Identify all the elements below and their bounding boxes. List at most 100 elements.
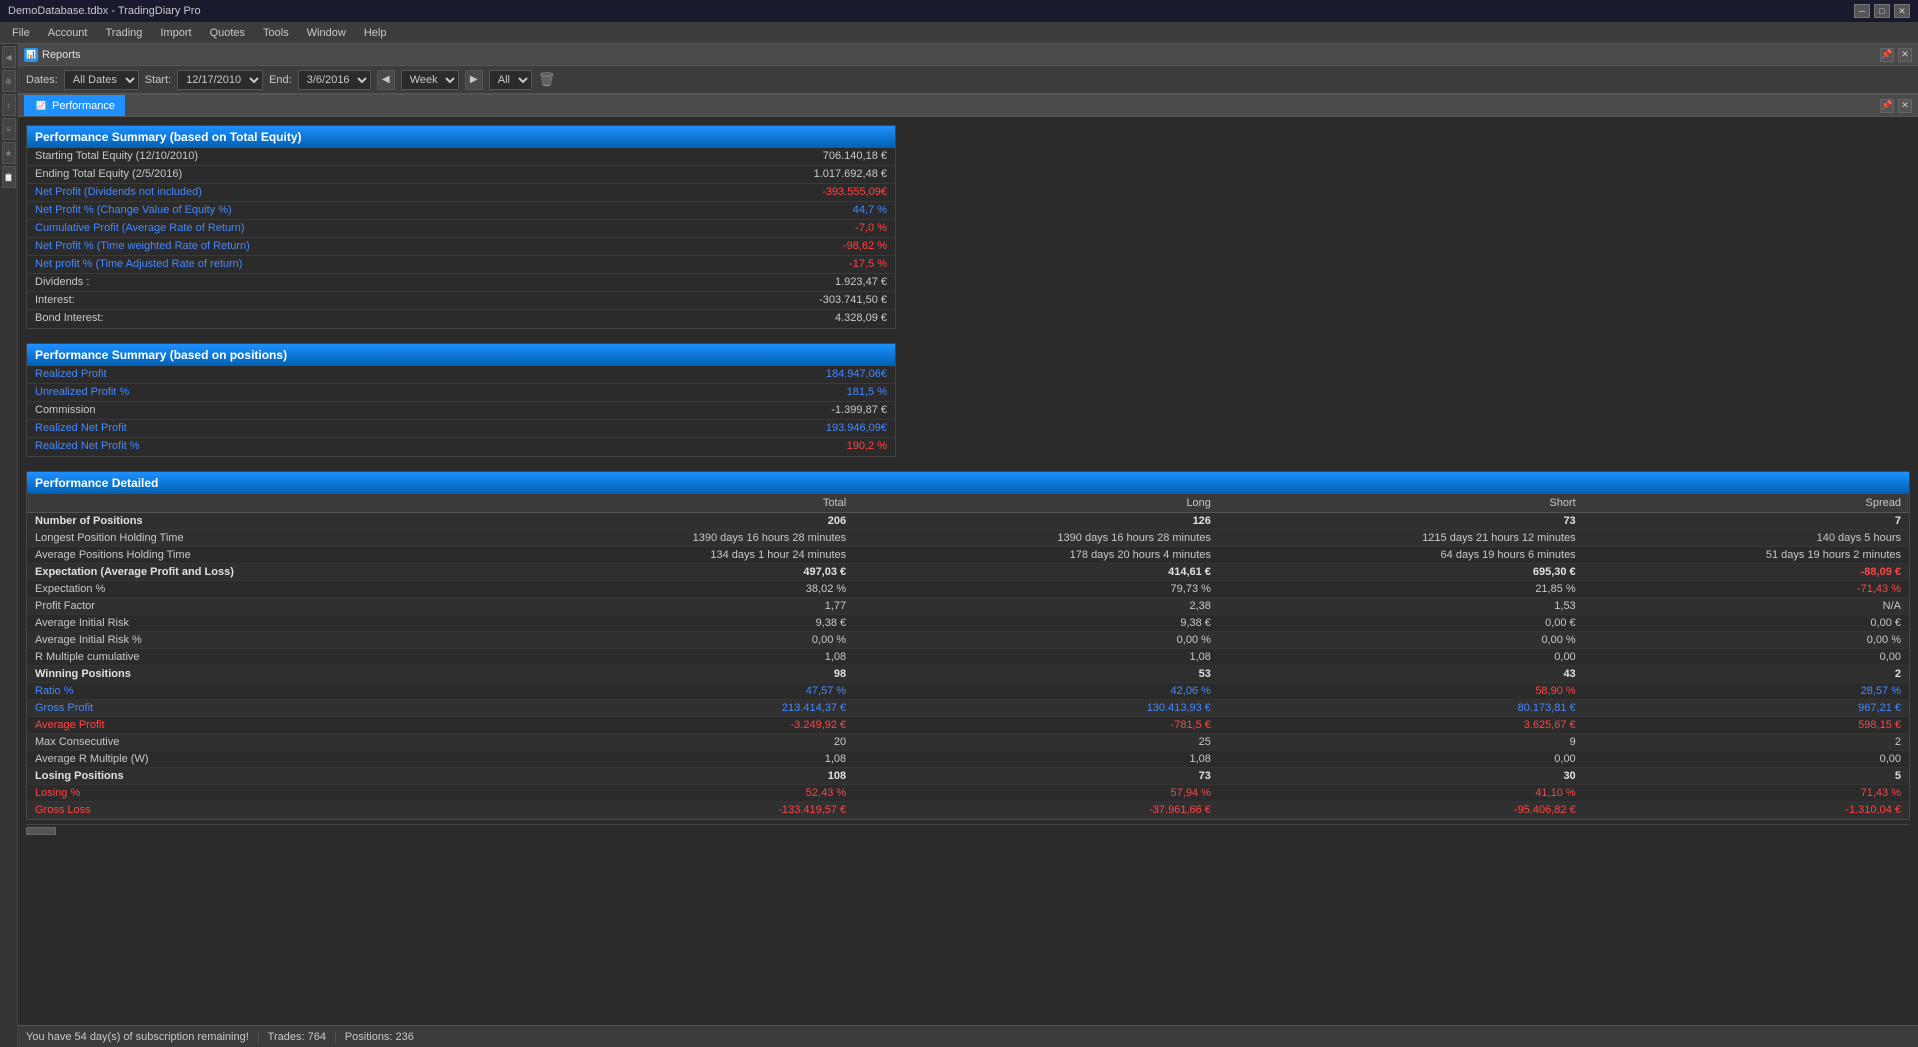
- performance-close-button[interactable]: ✕: [1898, 99, 1912, 113]
- left-nav-panel: ◀ ⊕ ↕ ≡ ★ 📋: [0, 44, 18, 1047]
- all-select[interactable]: All: [489, 70, 532, 90]
- tar-link[interactable]: Net profit % (Time Adjusted Rate of retu…: [35, 258, 242, 271]
- row-label: Ratio %: [27, 683, 489, 700]
- nav-icon-1[interactable]: ◀: [2, 46, 16, 68]
- realized-profit-link[interactable]: Realized Profit: [35, 368, 107, 381]
- end-select[interactable]: 3/6/2016: [298, 70, 371, 90]
- performance-pin-button[interactable]: 📌: [1880, 99, 1894, 113]
- start-select[interactable]: 12/17/2010: [177, 70, 263, 90]
- row-spread: -71,43 %: [1584, 581, 1909, 598]
- row-long: -37.961,66 €: [854, 802, 1219, 819]
- table-row: Longest Position Holding Time 1390 days …: [27, 530, 1909, 547]
- row-label: Profit Factor: [27, 598, 489, 615]
- menu-quotes[interactable]: Quotes: [202, 25, 253, 41]
- menu-account[interactable]: Account: [40, 25, 96, 41]
- pos-row-0: Realized Profit 184.947,06€: [27, 366, 895, 384]
- row-short: 80.173,81 €: [1219, 700, 1584, 717]
- row-spread: 0,00 %: [1584, 632, 1909, 649]
- trades-status: Trades: 764: [268, 1031, 326, 1043]
- row-total: 1390 days 16 hours 28 minutes: [489, 530, 854, 547]
- row-label: Average R Multiple (W): [27, 751, 489, 768]
- equity-row-1: Ending Total Equity (2/5/2016) 1.017.692…: [27, 166, 895, 184]
- nav-icon-6[interactable]: 📋: [2, 166, 16, 188]
- row-total: 206: [489, 513, 854, 530]
- table-row: Expectation % 38,02 % 79,73 % 21,85 % -7…: [27, 581, 1909, 598]
- menu-file[interactable]: File: [4, 25, 38, 41]
- row-long: 42,06 %: [854, 683, 1219, 700]
- menu-trading[interactable]: Trading: [97, 25, 150, 41]
- menu-tools[interactable]: Tools: [255, 25, 297, 41]
- prev-arrow[interactable]: ◀: [377, 70, 395, 90]
- net-profit-link[interactable]: Net Profit (Dividends not included): [35, 186, 202, 199]
- next-arrow[interactable]: ▶: [465, 70, 483, 90]
- row-spread: 71,43 %: [1584, 785, 1909, 802]
- equity-row-6: Net profit % (Time Adjusted Rate of retu…: [27, 256, 895, 274]
- minimize-button[interactable]: ─: [1854, 4, 1870, 18]
- nav-icon-5[interactable]: ★: [2, 142, 16, 164]
- realized-net-profit-pct-link[interactable]: Realized Net Profit %: [35, 440, 140, 454]
- unrealized-profit-link[interactable]: Unrealized Profit %: [35, 386, 129, 399]
- col-spread: Spread: [1584, 494, 1909, 513]
- row-short: -95.406,82 €: [1219, 802, 1584, 819]
- menu-import[interactable]: Import: [152, 25, 199, 41]
- realized-net-profit-link[interactable]: Realized Net Profit: [35, 422, 127, 435]
- performance-content[interactable]: Performance Summary (based on Total Equi…: [18, 117, 1918, 1025]
- reports-pin-button[interactable]: 📌: [1880, 48, 1894, 62]
- row-long: 9,38 €: [854, 615, 1219, 632]
- close-button[interactable]: ✕: [1894, 4, 1910, 18]
- week-select[interactable]: Week: [401, 70, 459, 90]
- row-label: Average Initial Risk: [27, 615, 489, 632]
- row-spread: 0,00: [1584, 751, 1909, 768]
- filter-icon[interactable]: 🗑: [538, 71, 556, 88]
- equity-row-4: Cumulative Profit (Average Rate of Retur…: [27, 220, 895, 238]
- main-layout: ◀ ⊕ ↕ ≡ ★ 📋 📊 Reports 📌 ✕ Dates:: [0, 44, 1918, 1047]
- menu-window[interactable]: Window: [299, 25, 354, 41]
- table-row: Gross Loss -133.419,57 € -37.961,66 € -9…: [27, 802, 1909, 819]
- nav-icon-3[interactable]: ↕: [2, 94, 16, 116]
- row-spread: -1.310,04 €: [1584, 802, 1909, 819]
- nav-icon-2[interactable]: ⊕: [2, 70, 16, 92]
- performance-tab[interactable]: 📈 Performance: [24, 95, 125, 116]
- row-short: 21,85 %: [1219, 581, 1584, 598]
- status-sep-2: |: [334, 1031, 337, 1043]
- row-long: 1,08: [854, 751, 1219, 768]
- row-total: 9,38 €: [489, 615, 854, 632]
- nav-icon-4[interactable]: ≡: [2, 118, 16, 140]
- pos-row-3: Realized Net Profit 193.946,09€: [27, 420, 895, 438]
- reports-close-button[interactable]: ✕: [1898, 48, 1912, 62]
- net-profit-pct-link[interactable]: Net Profit % (Change Value of Equity %): [35, 204, 232, 217]
- menu-help[interactable]: Help: [356, 25, 395, 41]
- row-spread: 28,57 %: [1584, 683, 1909, 700]
- summary-equity-header: Performance Summary (based on Total Equi…: [27, 126, 895, 148]
- row-total: -3.249,92 €: [489, 717, 854, 734]
- positions-status: Positions: 236: [345, 1031, 414, 1043]
- performance-panel-header: 📈 Performance 📌 ✕: [18, 95, 1918, 117]
- pos-row-4: Realized Net Profit % 190,2 %: [27, 438, 895, 456]
- dates-select[interactable]: All Dates: [64, 70, 139, 90]
- table-row: Max Consecutive 20 25 9 2: [27, 734, 1909, 751]
- performance-tab-label: Performance: [52, 100, 115, 112]
- dates-label: Dates:: [26, 74, 58, 86]
- table-row: Average Profit -3.249,92 € -781,5 € 3.62…: [27, 717, 1909, 734]
- row-total: 20: [489, 734, 854, 751]
- horizontal-scrollbar[interactable]: [26, 824, 1910, 836]
- col-long: Long: [854, 494, 1219, 513]
- reports-title-label: Reports: [42, 49, 81, 61]
- row-long: 2,38: [854, 598, 1219, 615]
- table-row: Losing % 52,43 % 57,94 % 41,10 % 71,43 %: [27, 785, 1909, 802]
- twr-link[interactable]: Net Profit % (Time weighted Rate of Retu…: [35, 240, 250, 253]
- maximize-button[interactable]: □: [1874, 4, 1890, 18]
- performance-panel-controls[interactable]: 📌 ✕: [1880, 99, 1912, 113]
- equity-row-9: Bond Interest: 4.328,09 €: [27, 310, 895, 328]
- row-label: Expectation %: [27, 581, 489, 598]
- equity-row-2: Net Profit (Dividends not included) -393…: [27, 184, 895, 202]
- reports-panel: 📊 Reports 📌 ✕ Dates: All Dates Start: 12…: [18, 44, 1918, 95]
- row-label: Number of Positions: [27, 513, 489, 530]
- row-short: 30: [1219, 768, 1584, 785]
- row-total: 1,08: [489, 751, 854, 768]
- reports-panel-controls[interactable]: 📌 ✕: [1880, 48, 1912, 62]
- col-total: Total: [489, 494, 854, 513]
- row-long: 79,73 %: [854, 581, 1219, 598]
- window-controls[interactable]: ─ □ ✕: [1854, 4, 1910, 18]
- cum-profit-link[interactable]: Cumulative Profit (Average Rate of Retur…: [35, 222, 245, 235]
